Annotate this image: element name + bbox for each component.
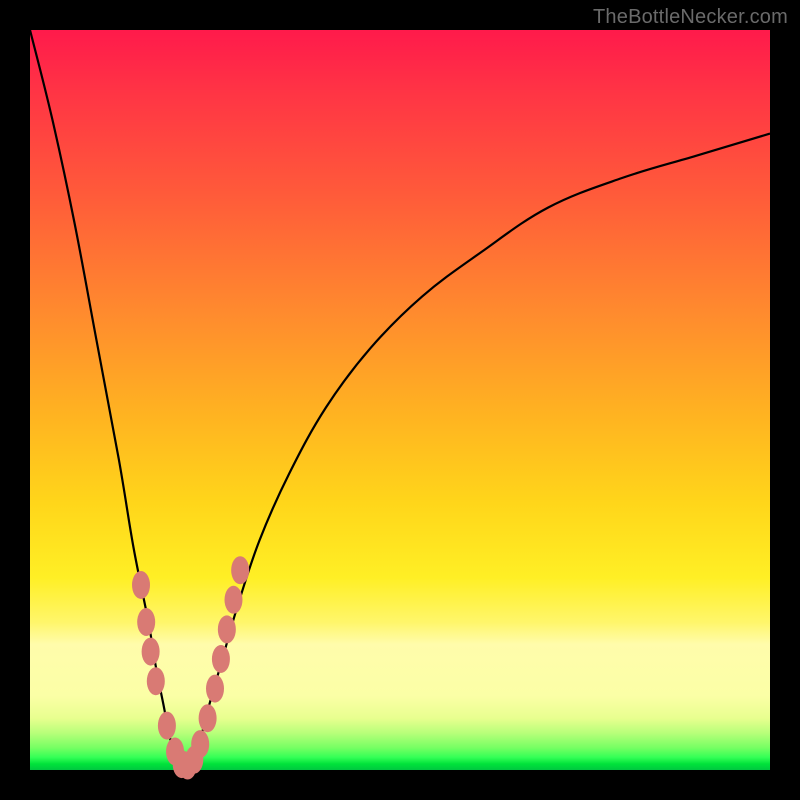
marker-dot [137, 608, 155, 636]
marker-dot [142, 638, 160, 666]
marker-dot [147, 667, 165, 695]
marker-dot [231, 556, 249, 584]
marker-dot [218, 615, 236, 643]
marker-dot [225, 586, 243, 614]
curve-layer [30, 30, 770, 770]
chart-frame: TheBottleNecker.com [0, 0, 800, 800]
marker-dot [206, 675, 224, 703]
watermark-text: TheBottleNecker.com [593, 6, 788, 29]
bottleneck-curve [30, 30, 770, 770]
marker-dot [132, 571, 150, 599]
highlight-dots [132, 556, 249, 779]
marker-dot [158, 712, 176, 740]
marker-dot [199, 704, 217, 732]
marker-dot [212, 645, 230, 673]
marker-dot [191, 730, 209, 758]
plot-area [30, 30, 770, 770]
